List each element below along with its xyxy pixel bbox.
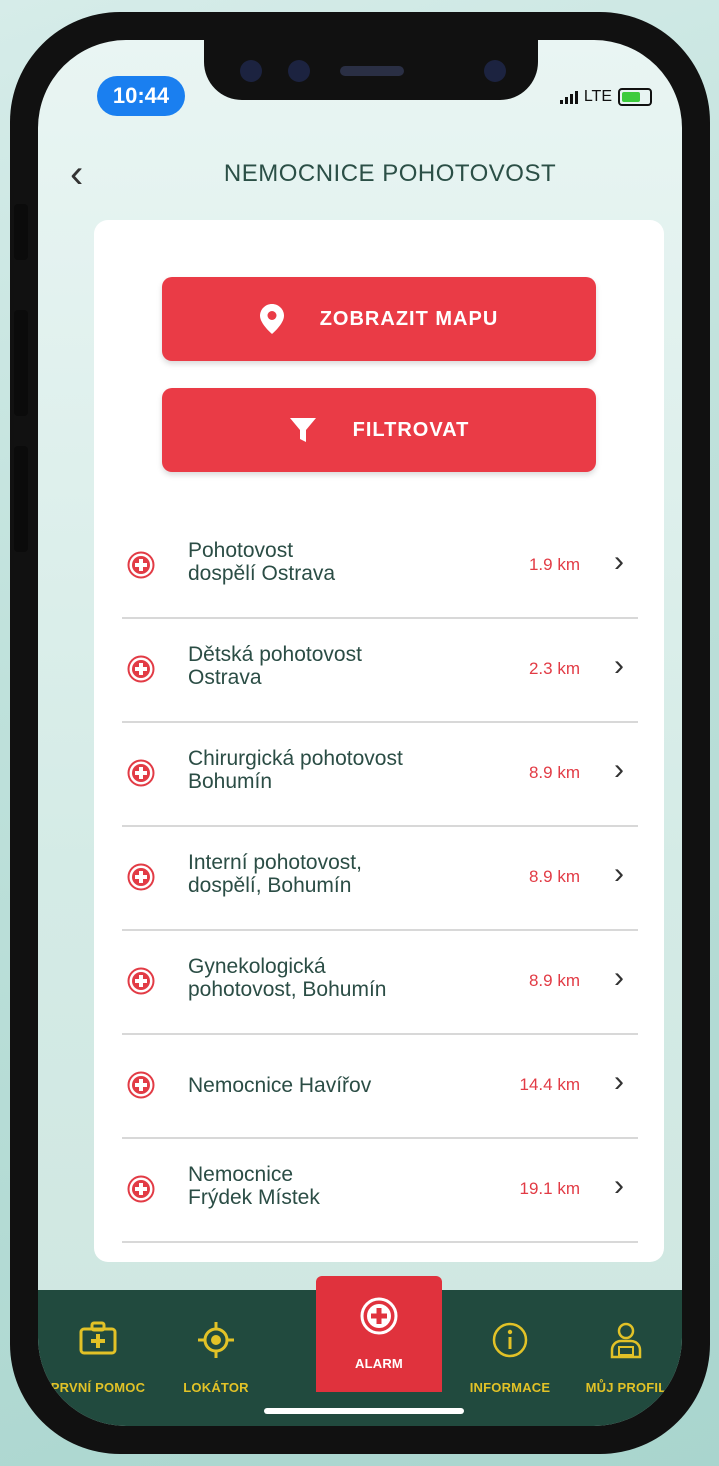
list-item[interactable]: Nemocnice Havířov 14.4 km › (122, 1035, 638, 1139)
page-title: NEMOCNICE POHOTOVOST (223, 160, 557, 187)
list-item[interactable]: Nemocnice Frýdek Místek 19.1 km › (122, 1139, 638, 1243)
bottom-tab-bar: PRVNÍ POMOC LOKÁTOR ALARM INFORMACE MŮJ … (38, 1276, 682, 1426)
tab-informace[interactable]: INFORMACE (450, 1290, 570, 1426)
home-indicator (264, 1408, 464, 1414)
chevron-right-icon: › (614, 1169, 624, 1202)
notch (204, 40, 538, 100)
red-cross-icon (127, 655, 155, 683)
list-item-distance: 1.9 km (528, 555, 580, 574)
alarm-plus-icon (360, 1297, 398, 1335)
red-cross-icon (127, 551, 155, 579)
list-item[interactable]: Gynekologická pohotovost, Bohumín 8.9 km … (122, 931, 638, 1035)
tab-label: INFORMACE (469, 1380, 551, 1395)
header: ‹ NEMOCNICE POHOTOVOST (38, 150, 682, 200)
list-item-distance: 8.9 km (528, 763, 580, 782)
hospital-list: Pohotovost dospělí Ostrava 1.9 km › Dětsk… (122, 515, 638, 1243)
red-cross-icon (127, 967, 155, 995)
list-item[interactable]: Interní pohotovost, dospělí, Bohumín 8.9 … (122, 827, 638, 931)
status-indicators: LTE (559, 88, 652, 106)
chevron-right-icon: › (614, 649, 624, 682)
info-icon (492, 1322, 528, 1358)
list-item-name: Pohotovost dospělí Ostrava (188, 539, 336, 585)
red-cross-icon (127, 1175, 155, 1203)
list-item-distance: 2.3 km (528, 659, 580, 678)
list-item[interactable]: Pohotovost dospělí Ostrava 1.9 km › (122, 515, 638, 619)
sensor-dot (288, 60, 310, 82)
locator-icon (198, 1322, 234, 1358)
list-item[interactable]: Dětská pohotovost Ostrava 2.3 km › (122, 619, 638, 723)
profile-icon (610, 1322, 642, 1359)
list-item-name: Chirurgická pohotovost Bohumín (188, 747, 403, 793)
show-map-button[interactable]: ZOBRAZIT MAPU (162, 277, 596, 361)
camera-dot (240, 60, 262, 82)
first-aid-kit-icon (79, 1321, 117, 1355)
tab-muj-profil[interactable]: MŮJ PROFIL (566, 1290, 682, 1426)
chevron-right-icon: › (614, 1065, 624, 1098)
list-item-distance: 8.9 km (528, 971, 580, 990)
list-item[interactable]: Chirurgická pohotovost Bohumín 8.9 km › (122, 723, 638, 827)
tab-lokator[interactable]: LOKÁTOR (156, 1290, 276, 1426)
chevron-right-icon: › (614, 753, 624, 786)
list-item-name: Nemocnice Havířov (188, 1074, 372, 1097)
phone-frame: 10:44 LTE ‹ NEMOCNICE POHOTOVOST ZOBRAZI… (10, 12, 710, 1454)
list-item-distance: 8.9 km (528, 867, 580, 886)
content-card: ZOBRAZIT MAPU FILTROVAT Pohotovost dospěl… (94, 220, 664, 1262)
screen: 10:44 LTE ‹ NEMOCNICE POHOTOVOST ZOBRAZI… (38, 40, 682, 1426)
filter-label: FILTROVAT (352, 418, 470, 441)
list-item-name: Interní pohotovost, dospělí, Bohumín (188, 851, 362, 897)
chevron-right-icon: › (614, 857, 624, 890)
show-map-label: ZOBRAZIT MAPU (319, 307, 499, 330)
list-item-distance: 19.1 km (519, 1179, 580, 1198)
filter-button[interactable]: FILTROVAT (162, 388, 596, 472)
status-time: 10:44 (97, 76, 185, 116)
map-pin-icon (259, 304, 284, 334)
battery-icon (618, 88, 652, 106)
front-camera (484, 60, 506, 82)
red-cross-icon (127, 1071, 155, 1099)
tab-alarm[interactable]: ALARM (316, 1276, 442, 1392)
chevron-right-icon: › (614, 961, 624, 994)
tab-label: MŮJ PROFIL (585, 1380, 667, 1395)
list-item-name: Gynekologická pohotovost, Bohumín (188, 955, 387, 1001)
speaker-grille (340, 66, 404, 76)
mute-switch (14, 204, 28, 260)
list-item-distance: 14.4 km (519, 1075, 580, 1094)
tab-label: PRVNÍ POMOC (50, 1380, 146, 1395)
network-label: LTE (583, 88, 612, 105)
tab-label: ALARM (355, 1356, 403, 1371)
list-item-name: Nemocnice Frýdek Místek (188, 1163, 320, 1209)
tab-prvni-pomoc[interactable]: PRVNÍ POMOC (38, 1290, 158, 1426)
volume-down-button (14, 446, 28, 552)
red-cross-icon (127, 863, 155, 891)
funnel-icon (289, 418, 316, 442)
chevron-right-icon: › (614, 545, 624, 578)
red-cross-icon (127, 759, 155, 787)
tab-label: LOKÁTOR (183, 1380, 249, 1395)
volume-up-button (14, 310, 28, 416)
signal-icon (559, 90, 578, 104)
list-item-name: Dětská pohotovost Ostrava (188, 643, 362, 689)
